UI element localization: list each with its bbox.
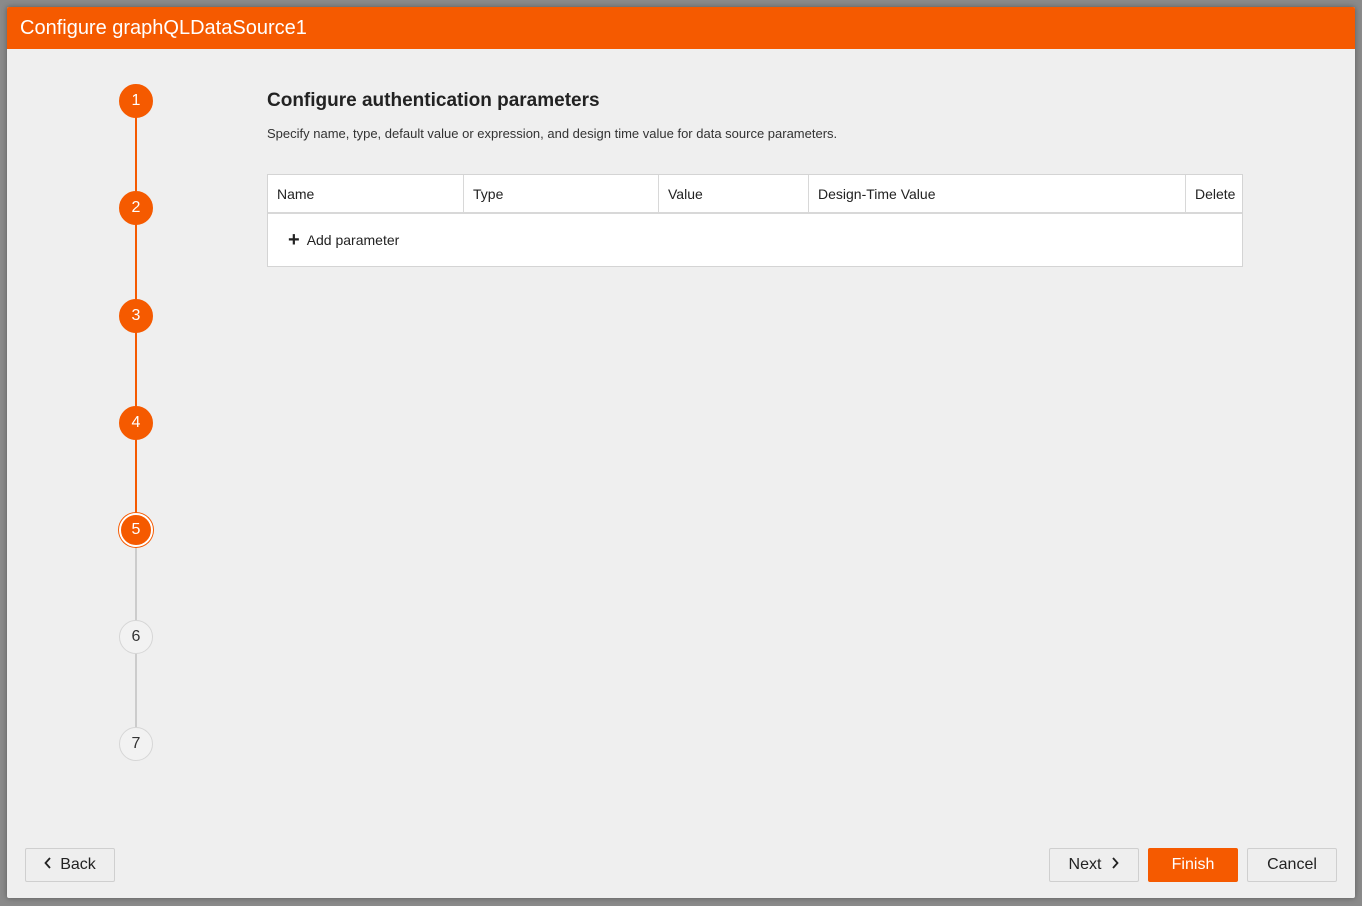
add-parameter-button[interactable]: + Add parameter (268, 214, 1242, 266)
column-header-design-time-value[interactable]: Design-Time Value (809, 175, 1186, 212)
step-5[interactable]: 5 (119, 513, 153, 547)
chevron-left-icon (44, 856, 52, 874)
back-button[interactable]: Back (25, 848, 115, 882)
table-header: Name Type Value Design-Time Value Delete (268, 175, 1242, 214)
chevron-right-icon (1111, 856, 1120, 874)
column-header-delete[interactable]: Delete (1186, 175, 1242, 212)
dialog-title: Configure graphQLDataSource1 (7, 7, 1355, 49)
back-label: Back (60, 856, 96, 873)
step-6[interactable]: 6 (119, 620, 153, 654)
step-7[interactable]: 7 (119, 727, 153, 761)
parameters-table: Name Type Value Design-Time Value Delete… (267, 174, 1243, 267)
configure-dialog: Configure graphQLDataSource1 1 2 3 4 5 6… (7, 7, 1355, 898)
step-3[interactable]: 3 (119, 299, 153, 333)
step-4[interactable]: 4 (119, 406, 153, 440)
cancel-button[interactable]: Cancel (1247, 848, 1337, 882)
finish-button[interactable]: Finish (1148, 848, 1238, 882)
wizard-stepper: 1 2 3 4 5 6 7 (7, 49, 267, 789)
step-2[interactable]: 2 (119, 191, 153, 225)
add-parameter-label: Add parameter (306, 232, 400, 248)
page-description: Specify name, type, default value or exp… (267, 126, 838, 141)
column-header-name[interactable]: Name (268, 175, 464, 212)
page-title: Configure authentication parameters (267, 90, 600, 111)
next-label: Next (1068, 856, 1102, 873)
step-1[interactable]: 1 (119, 84, 153, 118)
column-header-type[interactable]: Type (464, 175, 659, 212)
plus-icon: + (288, 229, 300, 251)
column-header-value[interactable]: Value (659, 175, 809, 212)
next-button[interactable]: Next (1049, 848, 1139, 882)
